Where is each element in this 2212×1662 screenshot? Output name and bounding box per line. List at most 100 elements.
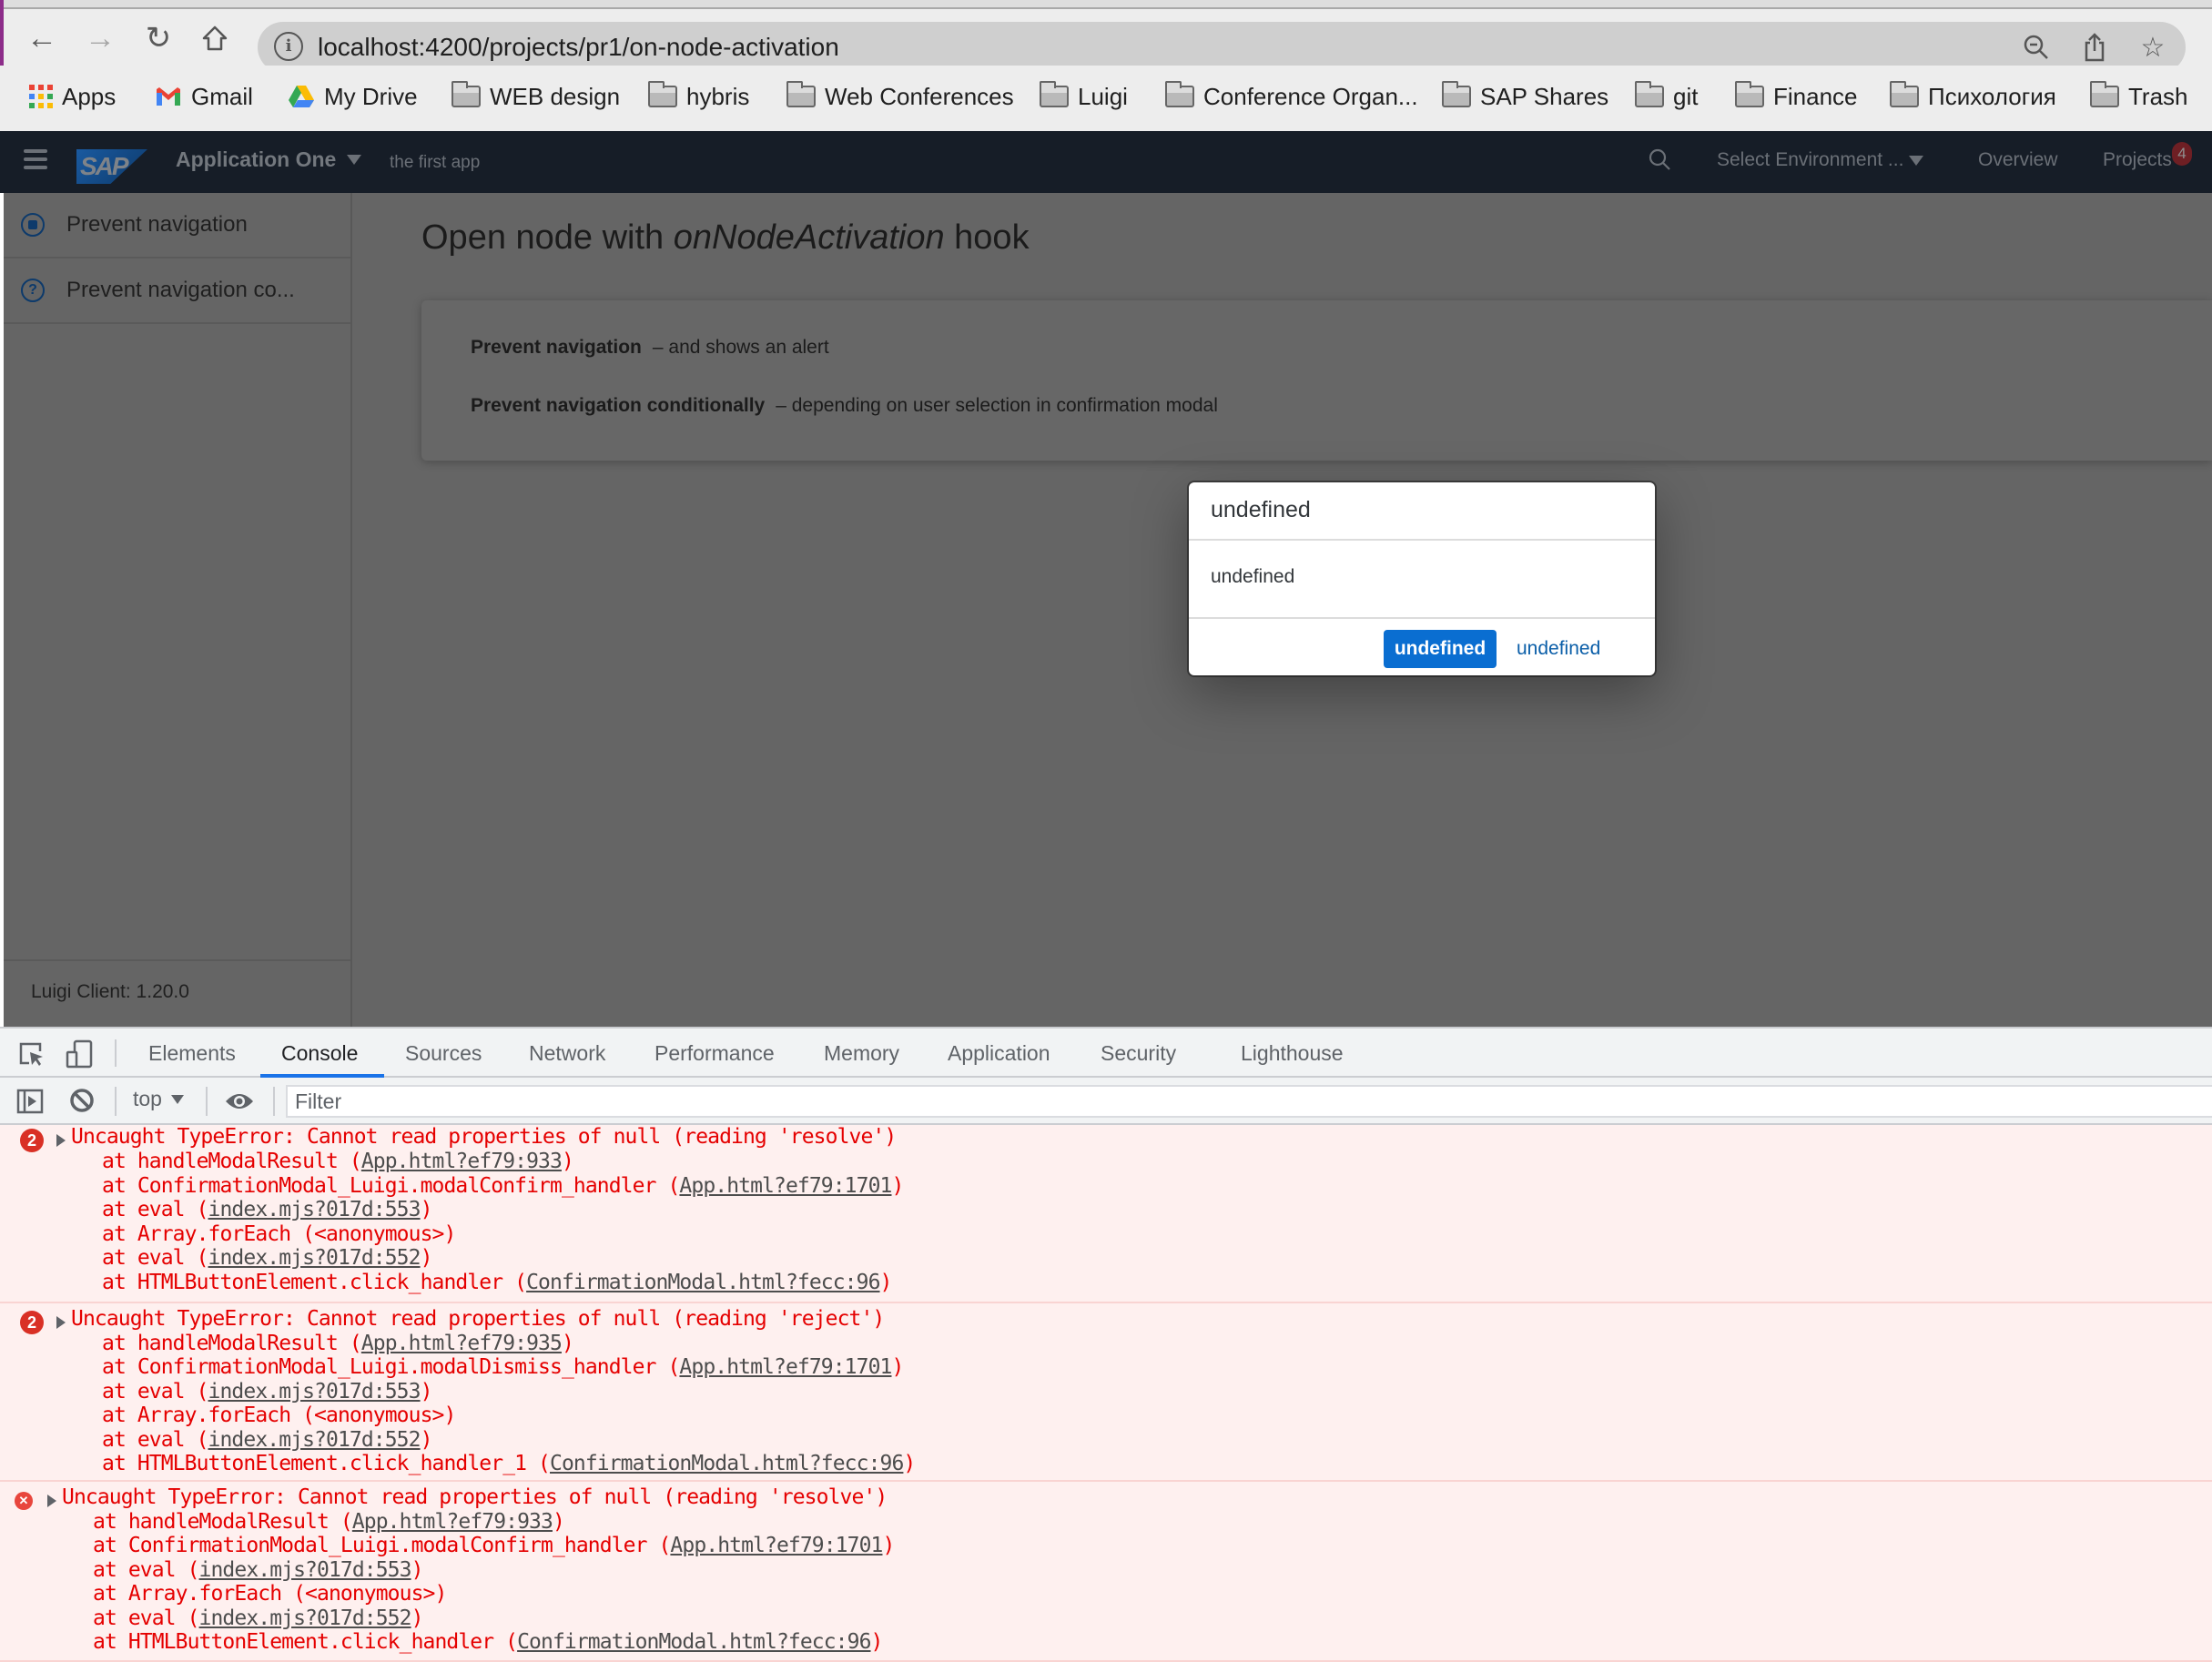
folder-icon: [1040, 81, 1069, 107]
devtools-panel: Elements Console Sources Network Perform…: [0, 1027, 2212, 1662]
bookmark-web-conferences[interactable]: Web Conferences: [786, 78, 1014, 115]
stack-frame: at ConfirmationModal_Luigi.modalConfirm_…: [102, 1174, 904, 1198]
link-prevent-navigation[interactable]: Prevent navigation: [471, 337, 642, 358]
nav-projects[interactable]: Projects: [2103, 149, 2172, 171]
bookmark-web-design[interactable]: WEB design: [452, 78, 620, 115]
expand-arrow-icon[interactable]: [47, 1495, 56, 1507]
source-link[interactable]: App.html?ef79:1701: [679, 1174, 892, 1198]
bookmark-label: Психология: [1928, 82, 2056, 110]
bookmark-git[interactable]: git: [1635, 78, 1698, 115]
tab-application[interactable]: Application: [948, 1041, 1050, 1066]
folder-icon: [452, 81, 481, 107]
forward-button[interactable]: →: [80, 18, 120, 58]
source-link[interactable]: ConfirmationModal.html?fecc:96: [517, 1630, 871, 1654]
tab-console[interactable]: Console: [281, 1041, 358, 1066]
tab-performance[interactable]: Performance: [654, 1041, 775, 1066]
expand-arrow-icon[interactable]: [56, 1134, 66, 1147]
tab-memory[interactable]: Memory: [824, 1041, 899, 1066]
search-icon[interactable]: [1648, 147, 1671, 171]
shellbar: SAP Application One the first app Select…: [0, 131, 2212, 193]
bookmark-conference-organ[interactable]: Conference Organ...: [1165, 78, 1418, 115]
gmail-icon: [157, 87, 180, 106]
sidebar-item-label: Prevent navigation: [66, 212, 248, 237]
bookmark-luigi[interactable]: Luigi: [1040, 78, 1128, 115]
show-sidebar-icon[interactable]: [16, 1089, 44, 1114]
sap-logo[interactable]: SAP: [76, 149, 147, 184]
modal-confirm-button[interactable]: undefined: [1384, 630, 1497, 668]
device-toolbar-icon[interactable]: [66, 1039, 93, 1069]
bookmark-apps[interactable]: Apps: [29, 78, 116, 115]
stack-frame: at Array.forEach (<anonymous>): [93, 1582, 447, 1606]
context-value: top: [133, 1087, 162, 1110]
context-selector[interactable]: top: [133, 1087, 184, 1111]
source-link[interactable]: index.mjs?017d:552: [199, 1606, 412, 1630]
bookmark-trash[interactable]: Trash: [2090, 78, 2188, 115]
bookmark-hybris[interactable]: hybris: [648, 78, 749, 115]
bookmark-sap-shares[interactable]: SAP Shares: [1442, 78, 1608, 115]
hamburger-menu-button[interactable]: [24, 149, 47, 169]
links-card: Prevent navigation – and shows an alert P…: [421, 300, 2212, 461]
source-link[interactable]: index.mjs?017d:553: [199, 1558, 412, 1582]
bookmarks-bar: Apps Gmail My Drive WEB design hybris We…: [0, 66, 2212, 133]
console-error: 2 Uncaught TypeError: Cannot read proper…: [0, 1303, 2212, 1482]
source-link[interactable]: App.html?ef79:933: [352, 1510, 553, 1534]
bookmark-psychology[interactable]: Психология: [1890, 78, 2056, 115]
link-prevent-navigation-conditionally[interactable]: Prevent navigation conditionally: [471, 395, 765, 416]
stack-frame: at eval (index.mjs?017d:552): [102, 1428, 432, 1452]
bookmark-label: Trash: [2128, 82, 2188, 110]
share-button[interactable]: [2076, 29, 2113, 66]
bookmark-gmail[interactable]: Gmail: [155, 78, 253, 115]
environment-label: Select Environment ...: [1717, 149, 1904, 170]
source-link[interactable]: App.html?ef79:935: [361, 1332, 563, 1355]
tab-elements[interactable]: Elements: [148, 1041, 236, 1066]
site-info-icon[interactable]: i: [274, 32, 303, 61]
expand-arrow-icon[interactable]: [56, 1316, 66, 1329]
home-button[interactable]: [195, 18, 235, 58]
stack-frame: at handleModalResult (App.html?ef79:933): [102, 1150, 574, 1173]
separator: [115, 1039, 117, 1067]
tab-security[interactable]: Security: [1101, 1041, 1176, 1066]
source-link[interactable]: App.html?ef79:1701: [679, 1355, 892, 1379]
zoom-out-button[interactable]: [2018, 29, 2055, 66]
live-expression-eye-icon[interactable]: [224, 1090, 255, 1112]
tab-sources[interactable]: Sources: [405, 1041, 482, 1066]
sidebar-item-prevent-navigation-conditionally[interactable]: ? Prevent navigation co...: [4, 258, 350, 324]
bookmark-my-drive[interactable]: My Drive: [288, 78, 418, 115]
source-link[interactable]: App.html?ef79:1701: [670, 1534, 883, 1557]
source-link[interactable]: App.html?ef79:933: [361, 1150, 563, 1173]
folder-icon: [648, 81, 677, 107]
notification-badge: 4: [2172, 142, 2192, 166]
inspect-element-icon[interactable]: [18, 1041, 46, 1067]
stack-frame: at Array.forEach (<anonymous>): [102, 1404, 456, 1427]
source-link[interactable]: index.mjs?017d:553: [208, 1198, 421, 1221]
url-text[interactable]: localhost:4200/projects/pr1/on-node-acti…: [318, 33, 839, 62]
modal-dismiss-button[interactable]: undefined: [1517, 630, 1600, 668]
bookmark-star-button[interactable]: ☆: [2135, 29, 2171, 66]
clear-console-icon[interactable]: [69, 1088, 95, 1113]
back-button[interactable]: ←: [22, 18, 62, 58]
question-circle-icon: ?: [21, 279, 45, 302]
separator: [206, 1087, 208, 1116]
reload-button[interactable]: ↻: [138, 18, 178, 58]
link-description: – depending on user selection in confirm…: [776, 395, 1218, 416]
tab-network[interactable]: Network: [529, 1041, 605, 1066]
console-filter-input[interactable]: Filter: [286, 1085, 2212, 1118]
modal-body: undefined: [1211, 566, 1295, 587]
app-title: Application One: [176, 147, 337, 171]
bookmark-label: Luigi: [1078, 82, 1128, 110]
source-link[interactable]: index.mjs?017d:553: [208, 1380, 421, 1404]
bookmark-finance[interactable]: Finance: [1735, 78, 1858, 115]
environment-select[interactable]: Select Environment ...: [1717, 149, 1924, 171]
bookmark-label: WEB design: [490, 82, 621, 110]
browser-tab-strip: [0, 0, 2212, 9]
sidebar-item-prevent-navigation[interactable]: Prevent navigation: [4, 193, 350, 258]
source-link[interactable]: ConfirmationModal.html?fecc:96: [526, 1271, 880, 1294]
source-link[interactable]: ConfirmationModal.html?fecc:96: [550, 1452, 904, 1475]
tab-lighthouse[interactable]: Lighthouse: [1241, 1041, 1344, 1066]
app-switcher[interactable]: Application One: [176, 147, 362, 172]
source-link[interactable]: index.mjs?017d:552: [208, 1246, 421, 1270]
nav-overview[interactable]: Overview: [1978, 149, 2058, 171]
stack-frame: at eval (index.mjs?017d:552): [93, 1606, 423, 1630]
separator: [115, 1087, 117, 1116]
source-link[interactable]: index.mjs?017d:552: [208, 1428, 421, 1452]
